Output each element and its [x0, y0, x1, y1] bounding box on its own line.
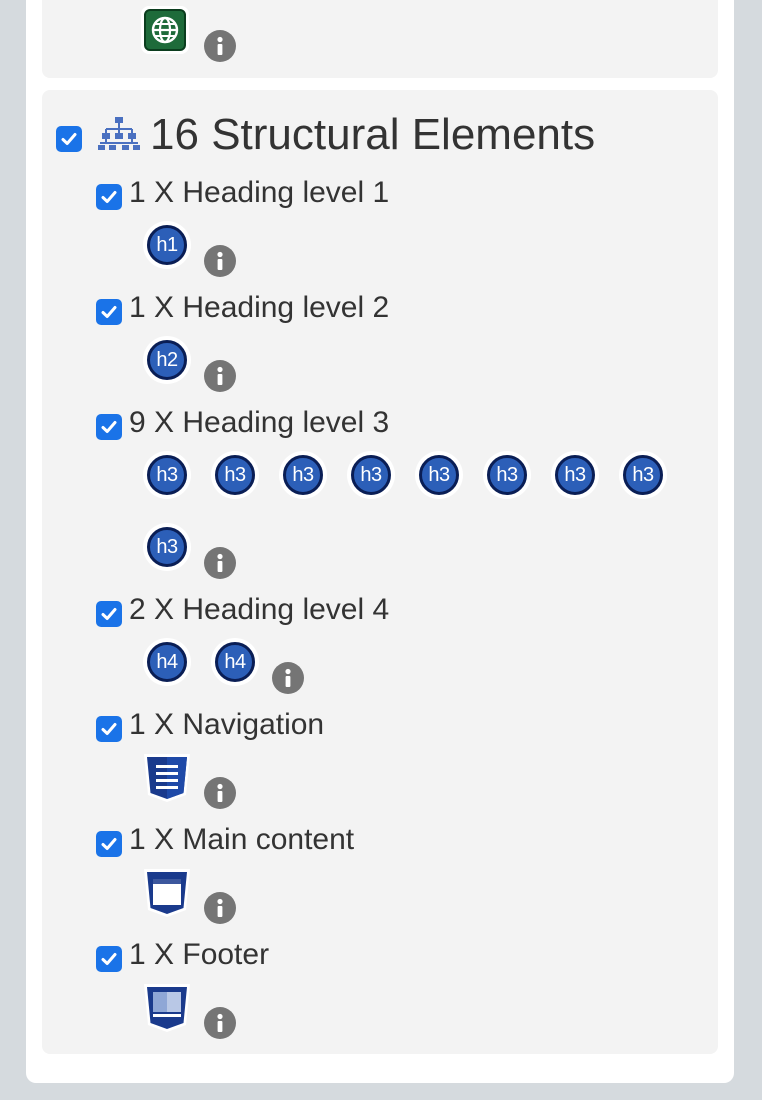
heading-3-label: 9 X Heading level 3 [129, 406, 390, 439]
footer-label: 1 X Footer [129, 938, 270, 971]
heading-4-label: 2 X Heading level 4 [129, 593, 390, 626]
previous-card [42, 0, 718, 78]
h3-badge-icon[interactable]: h3 [211, 451, 259, 499]
h1-badge-icon[interactable]: h1 [143, 221, 191, 269]
h3-badge-icon[interactable]: h3 [619, 451, 667, 499]
structural-elements-card: 16 Structural Elements 1 X Heading level… [42, 90, 718, 1054]
section-checkbox[interactable] [56, 126, 82, 152]
footer-checkbox[interactable] [96, 946, 122, 972]
section-count: 16 [150, 110, 199, 159]
info-icon[interactable] [272, 662, 304, 694]
main-content-label: 1 X Main content [129, 823, 355, 856]
main-content-checkbox[interactable] [96, 831, 122, 857]
h3-badge-icon[interactable]: h3 [143, 451, 191, 499]
section-title-text: Structural Elements [211, 110, 596, 159]
heading-2-label: 1 X Heading level 2 [129, 291, 390, 324]
section-title: 16 Structural Elements [150, 110, 595, 160]
heading-1-label: 1 X Heading level 1 [129, 176, 390, 209]
h4-badge-icon[interactable]: h4 [143, 638, 191, 686]
globe-icon[interactable] [141, 6, 189, 54]
heading-1-checkbox[interactable] [96, 184, 122, 210]
results-panel: 16 Structural Elements 1 X Heading level… [26, 0, 734, 1083]
heading-2-checkbox[interactable] [96, 299, 122, 325]
heading-3-checkbox[interactable] [96, 414, 122, 440]
info-icon[interactable] [204, 892, 236, 924]
heading-4-checkbox[interactable] [96, 601, 122, 627]
navigation-shield-icon[interactable] [141, 751, 193, 803]
info-icon[interactable] [204, 777, 236, 809]
info-icon[interactable] [204, 547, 236, 579]
h3-badge-icon[interactable]: h3 [143, 523, 191, 571]
h3-badge-icon[interactable]: h3 [483, 451, 531, 499]
navigation-checkbox[interactable] [96, 716, 122, 742]
h3-badge-icon[interactable]: h3 [347, 451, 395, 499]
h2-badge-icon[interactable]: h2 [143, 336, 191, 384]
h3-badge-icon[interactable]: h3 [551, 451, 599, 499]
h3-badge-icon[interactable]: h3 [279, 451, 327, 499]
hierarchy-icon [98, 117, 140, 150]
info-icon[interactable] [204, 30, 236, 62]
navigation-label: 1 X Navigation [129, 708, 325, 741]
main-content-shield-icon[interactable] [141, 866, 193, 918]
h4-badge-icon[interactable]: h4 [211, 638, 259, 686]
footer-shield-icon[interactable] [141, 981, 193, 1033]
info-icon[interactable] [204, 360, 236, 392]
h3-badge-icon[interactable]: h3 [415, 451, 463, 499]
info-icon[interactable] [204, 1007, 236, 1039]
info-icon[interactable] [204, 245, 236, 277]
